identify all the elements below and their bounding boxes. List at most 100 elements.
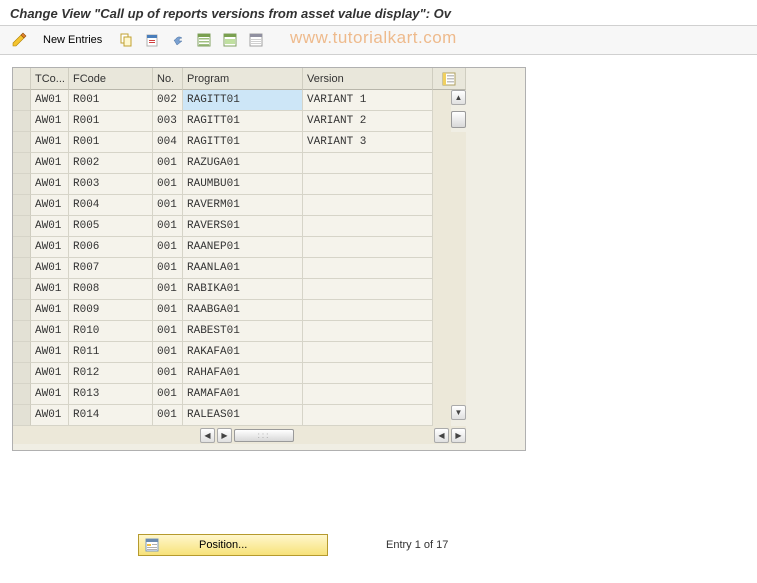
cell-program[interactable]: RAANLA01 — [183, 258, 303, 279]
cell-tcode[interactable]: AW01 — [31, 132, 69, 153]
config-column-icon[interactable] — [433, 68, 466, 90]
cell-tcode[interactable]: AW01 — [31, 279, 69, 300]
cell-fcode[interactable]: R007 — [69, 258, 153, 279]
row-selector[interactable] — [13, 153, 31, 174]
cell-version[interactable] — [303, 300, 433, 321]
scroll-right-arrow[interactable]: ▶ — [217, 428, 232, 443]
row-selector[interactable] — [13, 216, 31, 237]
scroll-track[interactable] — [451, 279, 466, 300]
cell-tcode[interactable]: AW01 — [31, 405, 69, 426]
cell-fcode[interactable]: R011 — [69, 342, 153, 363]
row-selector[interactable] — [13, 321, 31, 342]
cell-version[interactable] — [303, 405, 433, 426]
row-selector[interactable] — [13, 342, 31, 363]
cell-tcode[interactable]: AW01 — [31, 153, 69, 174]
cell-program[interactable]: RAHAFA01 — [183, 363, 303, 384]
cell-version[interactable] — [303, 216, 433, 237]
cell-fcode[interactable]: R003 — [69, 174, 153, 195]
select-all-icon[interactable] — [193, 30, 215, 50]
cell-program[interactable]: RAGITT01 — [183, 111, 303, 132]
col-header-fcode[interactable]: FCode — [69, 68, 153, 90]
cell-fcode[interactable]: R004 — [69, 195, 153, 216]
cell-fcode[interactable]: R001 — [69, 111, 153, 132]
cell-tcode[interactable]: AW01 — [31, 216, 69, 237]
cell-program[interactable]: RAVERM01 — [183, 195, 303, 216]
cell-no[interactable]: 001 — [153, 153, 183, 174]
cell-fcode[interactable]: R014 — [69, 405, 153, 426]
cell-program[interactable]: RAKAFA01 — [183, 342, 303, 363]
cell-version[interactable] — [303, 384, 433, 405]
cell-no[interactable]: 001 — [153, 174, 183, 195]
row-selector[interactable] — [13, 405, 31, 426]
col-header-program[interactable]: Program — [183, 68, 303, 90]
copy-as-icon[interactable] — [115, 30, 137, 50]
change-icon[interactable] — [8, 30, 30, 50]
cell-tcode[interactable]: AW01 — [31, 237, 69, 258]
select-all-corner[interactable] — [13, 68, 31, 90]
delete-icon[interactable] — [141, 30, 163, 50]
scroll-track[interactable] — [451, 174, 466, 195]
row-selector[interactable] — [13, 300, 31, 321]
scroll-left-arrow[interactable]: ◀ — [200, 428, 215, 443]
cell-tcode[interactable]: AW01 — [31, 342, 69, 363]
col-header-version[interactable]: Version — [303, 68, 433, 90]
cell-fcode[interactable]: R002 — [69, 153, 153, 174]
cell-program[interactable]: RAGITT01 — [183, 132, 303, 153]
scroll-end-right[interactable]: ▶ — [451, 428, 466, 443]
row-selector[interactable] — [13, 90, 31, 111]
row-selector[interactable] — [13, 258, 31, 279]
cell-version[interactable] — [303, 342, 433, 363]
cell-program[interactable]: RAABGA01 — [183, 300, 303, 321]
cell-fcode[interactable]: R013 — [69, 384, 153, 405]
cell-program[interactable]: RABEST01 — [183, 321, 303, 342]
cell-program[interactable]: RAMAFA01 — [183, 384, 303, 405]
cell-program[interactable]: RAUMBU01 — [183, 174, 303, 195]
scroll-up-arrow[interactable]: ▲ — [451, 90, 466, 105]
cell-version[interactable] — [303, 258, 433, 279]
cell-no[interactable]: 002 — [153, 90, 183, 111]
cell-version[interactable]: VARIANT 1 — [303, 90, 433, 111]
cell-no[interactable]: 001 — [153, 237, 183, 258]
cell-version[interactable] — [303, 363, 433, 384]
scroll-track[interactable] — [451, 132, 466, 153]
scroll-track[interactable] — [451, 237, 466, 258]
row-selector[interactable] — [13, 174, 31, 195]
new-entries-button[interactable]: New Entries — [34, 30, 111, 50]
cell-no[interactable]: 001 — [153, 300, 183, 321]
scroll-track[interactable] — [451, 195, 466, 216]
cell-no[interactable]: 001 — [153, 342, 183, 363]
cell-program[interactable]: RAGITT01 — [183, 90, 303, 111]
cell-tcode[interactable]: AW01 — [31, 321, 69, 342]
scroll-down-arrow[interactable]: ▼ — [451, 405, 466, 420]
cell-version[interactable] — [303, 279, 433, 300]
row-selector[interactable] — [13, 132, 31, 153]
cell-no[interactable]: 001 — [153, 363, 183, 384]
cell-no[interactable]: 001 — [153, 195, 183, 216]
cell-version[interactable] — [303, 321, 433, 342]
scroll-track[interactable] — [451, 153, 466, 174]
row-selector[interactable] — [13, 363, 31, 384]
cell-version[interactable] — [303, 153, 433, 174]
scroll-track[interactable] — [451, 300, 466, 321]
scroll-track[interactable] — [451, 384, 466, 405]
cell-tcode[interactable]: AW01 — [31, 174, 69, 195]
cell-no[interactable]: 003 — [153, 111, 183, 132]
row-selector[interactable] — [13, 195, 31, 216]
deselect-all-icon[interactable] — [245, 30, 267, 50]
row-selector[interactable] — [13, 111, 31, 132]
cell-program[interactable]: RAANEP01 — [183, 237, 303, 258]
cell-no[interactable]: 001 — [153, 258, 183, 279]
cell-program[interactable]: RAVERS01 — [183, 216, 303, 237]
cell-tcode[interactable]: AW01 — [31, 363, 69, 384]
scroll-thumb[interactable] — [451, 111, 466, 128]
cell-program[interactable]: RALEAS01 — [183, 405, 303, 426]
cell-fcode[interactable]: R010 — [69, 321, 153, 342]
scroll-track[interactable] — [451, 216, 466, 237]
row-selector[interactable] — [13, 237, 31, 258]
select-block-icon[interactable] — [219, 30, 241, 50]
cell-no[interactable]: 001 — [153, 279, 183, 300]
cell-fcode[interactable]: R009 — [69, 300, 153, 321]
cell-version[interactable] — [303, 237, 433, 258]
cell-version[interactable]: VARIANT 3 — [303, 132, 433, 153]
cell-fcode[interactable]: R006 — [69, 237, 153, 258]
